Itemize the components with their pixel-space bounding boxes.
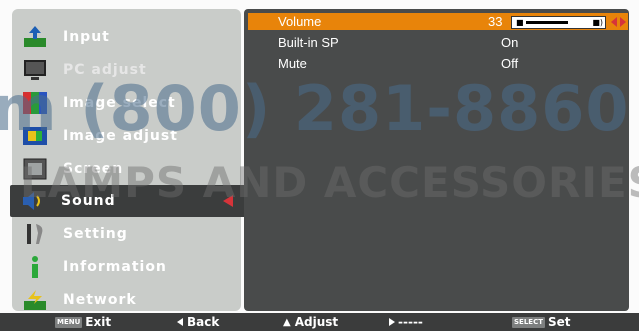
menu-item-label: Network bbox=[63, 292, 137, 308]
volume-slider-fill bbox=[526, 21, 568, 24]
menu-key-icon: MENU bbox=[55, 316, 83, 328]
footer-exit-label: Exit bbox=[85, 315, 112, 329]
pc-adjust-icon bbox=[21, 56, 49, 84]
adjust-arrows-icon[interactable] bbox=[610, 15, 628, 28]
menu-item-information[interactable]: Information bbox=[12, 251, 241, 283]
volume-slider[interactable]: ■ ■) bbox=[511, 16, 606, 29]
sound-submenu: Volume 33 ■ ■) Built-in SP On Mute Off bbox=[244, 9, 629, 311]
volume-value: 33 bbox=[488, 14, 503, 29]
menu-item-label: Sound bbox=[61, 193, 116, 209]
screen-icon bbox=[21, 155, 49, 183]
menu-item-label: Image select bbox=[63, 95, 176, 111]
mute-label: Mute bbox=[278, 56, 307, 71]
arrow-right-icon bbox=[389, 318, 395, 326]
speaker-low-icon: ■ bbox=[516, 18, 524, 27]
footer-back[interactable]: Back bbox=[177, 315, 219, 329]
footer-next-label: ----- bbox=[398, 315, 423, 329]
volume-row[interactable]: Volume 33 ■ ■) bbox=[248, 13, 628, 30]
menu-item-screen[interactable]: Screen bbox=[12, 153, 241, 185]
speaker-high-icon: ■) bbox=[592, 18, 603, 27]
image-select-icon bbox=[21, 89, 49, 117]
main-menu: Input PC adjust Image select Image adjus… bbox=[10, 9, 250, 311]
menu-item-label: Image adjust bbox=[63, 128, 178, 144]
built-in-sp-row[interactable]: Built-in SP On bbox=[248, 34, 628, 51]
volume-label: Volume bbox=[278, 14, 322, 29]
sound-icon bbox=[19, 187, 47, 215]
footer-exit[interactable]: MENU Exit bbox=[55, 315, 111, 329]
menu-item-input[interactable]: Input bbox=[12, 21, 241, 53]
menu-item-label: Information bbox=[63, 259, 167, 275]
footer-adjust-label: Adjust bbox=[294, 315, 339, 329]
footer-set-label: Set bbox=[547, 315, 571, 329]
menu-item-sound[interactable]: Sound bbox=[10, 185, 250, 217]
menu-item-image-select[interactable]: Image select bbox=[12, 87, 241, 119]
menu-item-label: Screen bbox=[63, 161, 124, 177]
footer-back-label: Back bbox=[187, 315, 220, 329]
footer-set[interactable]: SELECT Set bbox=[512, 315, 571, 329]
footer-adjust[interactable]: ▲ Adjust bbox=[283, 315, 338, 329]
active-arrow-icon bbox=[223, 195, 233, 207]
menu-item-network[interactable]: Network bbox=[12, 284, 241, 316]
built-in-sp-value: On bbox=[501, 35, 519, 50]
image-adjust-icon bbox=[21, 122, 49, 150]
menu-item-label: PC adjust bbox=[63, 62, 147, 78]
menu-item-label: Input bbox=[63, 29, 110, 45]
footer-next[interactable]: ----- bbox=[389, 315, 423, 329]
select-key-icon: SELECT bbox=[512, 316, 545, 328]
menu-item-setting[interactable]: Setting bbox=[12, 218, 241, 250]
footer-bar: MENU Exit Back ▲ Adjust ----- SELECT Set bbox=[0, 313, 639, 331]
menu-item-pc-adjust[interactable]: PC adjust bbox=[12, 54, 241, 86]
built-in-sp-label: Built-in SP bbox=[278, 35, 339, 50]
setting-icon bbox=[21, 220, 49, 248]
network-icon bbox=[21, 286, 49, 314]
input-icon bbox=[21, 23, 49, 51]
menu-item-image-adjust[interactable]: Image adjust bbox=[12, 120, 241, 152]
mute-row[interactable]: Mute Off bbox=[248, 55, 628, 72]
mute-value: Off bbox=[501, 56, 519, 71]
information-icon bbox=[21, 253, 49, 281]
menu-item-label: Setting bbox=[63, 226, 128, 242]
arrow-up-down-icon: ▲ bbox=[283, 316, 291, 328]
arrow-left-icon bbox=[177, 318, 183, 326]
